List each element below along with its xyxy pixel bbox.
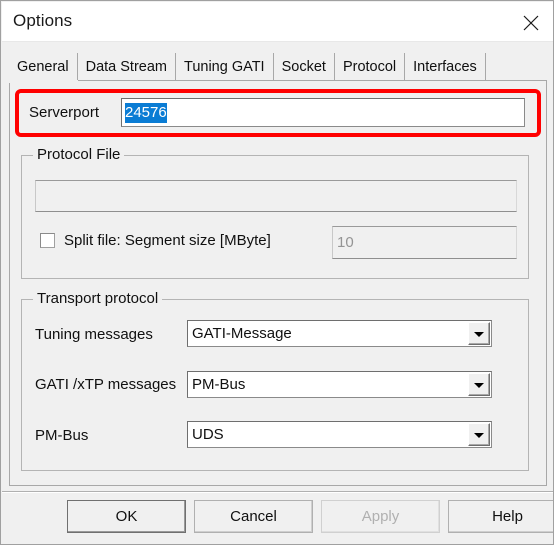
title-bar: Options [2,2,553,42]
serverport-input[interactable]: 24576 [121,98,525,127]
split-file-checkbox[interactable] [40,233,55,248]
tuning-messages-value: GATI-Message [192,325,292,342]
pm-bus-dropdown[interactable]: UDS [187,421,492,448]
split-file-label: Split file: Segment size [MByte] [64,232,271,249]
tuning-messages-label: Tuning messages [35,326,153,343]
tab-protocol[interactable]: Protocol [333,53,405,81]
gati-xtp-messages-dropdown[interactable]: PM-Bus [187,371,492,398]
split-file-checkbox-row[interactable]: Split file: Segment size [MByte] [40,232,271,249]
chevron-down-icon[interactable] [468,423,490,446]
tab-strip: General Data Stream Tuning GATI Socket P… [9,53,486,83]
tab-general[interactable]: General [9,53,78,83]
protocol-file-group: Protocol File Split file: Segment size [… [21,146,529,279]
chevron-down-icon[interactable] [468,373,490,396]
cancel-button[interactable]: Cancel [194,500,313,533]
apply-button: Apply [321,500,440,533]
ok-button[interactable]: OK [67,500,186,533]
gati-xtp-messages-value: PM-Bus [192,376,246,393]
tuning-messages-dropdown[interactable]: GATI-Message [187,320,492,347]
gati-xtp-messages-label: GATI /xTP messages [35,376,177,393]
serverport-label: Serverport [29,104,100,121]
protocol-file-path-input[interactable] [35,180,517,212]
chevron-down-icon[interactable] [468,322,490,345]
help-button[interactable]: Help [448,500,553,533]
window-title: Options [13,11,73,30]
serverport-value: 24576 [125,102,167,123]
close-icon-glyph [523,15,539,31]
tab-data-stream[interactable]: Data Stream [76,53,175,81]
tab-interfaces[interactable]: Interfaces [404,53,486,81]
footer-divider [2,491,553,493]
protocol-file-group-title: Protocol File [33,146,125,163]
transport-protocol-group-title: Transport protocol [33,290,163,307]
segment-size-input[interactable]: 10 [332,226,517,259]
tab-tuning-gati[interactable]: Tuning GATI [175,53,273,81]
pm-bus-label: PM-Bus [35,427,89,444]
close-icon[interactable] [508,2,553,41]
dialog-button-row: OK Cancel Apply Help [67,500,553,533]
pm-bus-value: UDS [192,426,224,443]
tab-socket[interactable]: Socket [272,53,334,81]
options-dialog: Options General Data Stream Tuning GATI … [0,0,554,545]
